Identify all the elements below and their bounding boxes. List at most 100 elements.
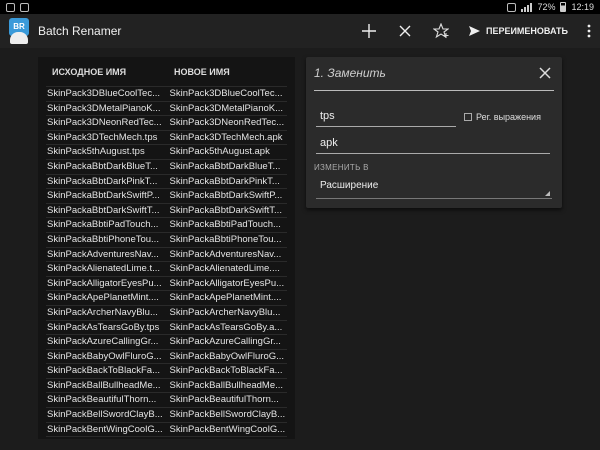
new-name-cell: SkinPackBellSwordClayB...	[169, 409, 286, 421]
source-name-cell: SkinPackaBbtDarkSwiftP...	[47, 190, 160, 202]
change-in-value: Расширение	[320, 180, 379, 191]
source-name-cell: SkinPackArcherNavyBlu...	[47, 306, 158, 318]
new-name-cell: SkinPackBackToBlackFa...	[169, 365, 283, 377]
table-row[interactable]: SkinPackAzureCallingGr... SkinPackAzureCa…	[46, 334, 287, 349]
sim-icon	[507, 2, 517, 12]
table-row[interactable]: SkinPackAlligatorEyesPu... SkinPackAlliga…	[46, 275, 287, 291]
new-name-cell: SkinPackBabyOwlFluroG...	[169, 350, 285, 362]
overflow-menu-button[interactable]	[578, 14, 600, 48]
close-icon	[399, 25, 411, 37]
status-bar: 72% 12:19	[0, 0, 600, 14]
table-row[interactable]: SkinPack3DMetalPianoK... SkinPack3DMetalP…	[46, 100, 287, 116]
source-name-cell: SkinPack5thAugust.tps	[47, 146, 145, 158]
source-name-cell: SkinPackBackToBlackFa...	[47, 365, 160, 377]
battery-percent: 72%	[537, 2, 556, 12]
app-logo[interactable]: BR	[6, 18, 32, 44]
new-name-cell: SkinPackBeautifulThorn...	[169, 394, 279, 406]
source-name-cell: SkinPackBellSwordClayB...	[47, 409, 163, 421]
table-row[interactable]: SkinPackaBbtDarkPinkT... SkinPackaBbtDark…	[46, 173, 287, 189]
source-name-cell: SkinPackAsTearsGoBy.tps	[47, 321, 160, 333]
table-row[interactable]: SkinPackAdventuresNav... SkinPackAdventur…	[46, 246, 287, 262]
table-row[interactable]: SkinPackBellSwordClayB... SkinPackBellSwo…	[46, 407, 287, 422]
source-name-cell: SkinPackaBbtDarkPinkT...	[47, 175, 158, 187]
table-row[interactable]: SkinPackaBbtDarkSwiftT... SkinPackaBbtDar…	[46, 202, 287, 218]
favorite-button[interactable]	[423, 14, 459, 48]
source-name-cell: SkinPack3DTechMech.tps	[47, 131, 158, 143]
table-row[interactable]: SkinPackBentWingCoolG... SkinPackBentWing…	[46, 421, 287, 437]
new-name-cell: SkinPackaBbtiPadTouch...	[169, 219, 281, 231]
wifi-icon	[521, 2, 533, 12]
source-name-cell: SkinPackAlienatedLime.t...	[47, 263, 161, 275]
app-title: Batch Renamer	[38, 24, 122, 38]
table-row[interactable]: SkinPackAsTearsGoBy.tps SkinPackAsTearsGo…	[46, 319, 287, 335]
new-name-cell: SkinPack5thAugust.apk	[169, 146, 270, 158]
source-name-cell: SkinPackAzureCallingGr...	[47, 336, 159, 348]
checkbox-box[interactable]	[464, 113, 472, 121]
new-name-cell: SkinPackaBbtDarkSwiftT...	[169, 204, 282, 216]
dropdown-corner-icon	[545, 191, 550, 196]
source-name-cell: SkinPackApePlanetMint....	[47, 292, 159, 304]
remove-rule-button[interactable]	[538, 66, 554, 82]
table-row[interactable]: SkinPackBackToBlackFa... SkinPackBackToBl…	[46, 363, 287, 378]
regex-checkbox[interactable]: Рег. выражения	[464, 112, 541, 122]
new-name-cell: SkinPackBentWingCoolG...	[169, 423, 286, 435]
source-name-cell: SkinPackBabyOwlFluroG...	[47, 350, 162, 362]
image-icon	[20, 2, 29, 12]
file-rows: SkinPack3DBlueCoolTec... SkinPack3DBlueCo…	[46, 86, 287, 439]
new-name-cell: SkinPackBallBullheadMe...	[169, 379, 284, 391]
new-name-cell: SkinPackAlienatedLime....	[169, 263, 280, 275]
new-name-cell: SkinPack3DNeonRedTec...	[169, 117, 285, 129]
file-list-panel[interactable]: ИСХОДНОЕ ИМЯ НОВОЕ ИМЯ SkinPack3DBlueCoo…	[38, 57, 295, 439]
new-name-cell: SkinPackAzureCallingGr...	[169, 336, 281, 348]
battery-icon	[560, 2, 567, 12]
add-button[interactable]	[351, 14, 387, 48]
source-name-cell: SkinPackBenzoBlue.tps	[46, 437, 165, 439]
change-in-select[interactable]: Расширение	[316, 177, 552, 199]
title-divider	[314, 90, 554, 91]
table-row[interactable]: SkinPack3DNeonRedTec... SkinPack3DNeonRed…	[46, 115, 287, 130]
source-name-cell: SkinPackaBbtiPadTouch...	[47, 219, 159, 231]
table-row[interactable]: SkinPackaBbtDarkBlueT... SkinPackaBbtDark…	[46, 158, 287, 174]
add-icon	[361, 24, 376, 38]
star-icon	[432, 23, 449, 39]
source-name-cell: SkinPackBeautifulThorn...	[47, 394, 157, 406]
column-header-source: ИСХОДНОЕ ИМЯ	[52, 67, 127, 77]
replace-input[interactable]: apk	[316, 134, 550, 154]
clear-button[interactable]	[387, 14, 423, 48]
screenshot-icon	[6, 2, 15, 12]
new-name-cell: SkinPackaBbtDarkBlueT...	[169, 160, 281, 172]
table-row[interactable]: SkinPackBenzoBlue.tps SkinPackBenzoBlue.a…	[46, 436, 287, 439]
change-in-label: ИЗМЕНИТЬ В	[314, 163, 369, 172]
clock: 12:19	[571, 2, 594, 12]
new-name-cell: SkinPack3DBlueCoolTec...	[169, 88, 283, 99]
table-row[interactable]: SkinPackaBbtiPadTouch... SkinPackaBbtiPad…	[46, 217, 287, 232]
table-row[interactable]: SkinPackAlienatedLime.t... SkinPackAliena…	[46, 261, 287, 276]
new-name-cell: SkinPackaBbtiPhoneTou...	[169, 233, 282, 245]
new-name-cell: SkinPackAsTearsGoBy.a...	[169, 321, 283, 333]
table-row[interactable]: SkinPackaBbtiPhoneTou... SkinPackaBbtiPho…	[46, 231, 287, 247]
regex-label: Рег. выражения	[476, 112, 541, 122]
rename-button[interactable]: ПЕРЕИМЕНОВАТЬ	[459, 14, 578, 48]
column-header-new: НОВОЕ ИМЯ	[174, 67, 230, 77]
source-name-cell: SkinPack3DNeonRedTec...	[47, 117, 162, 129]
table-row[interactable]: SkinPackBeautifulThorn... SkinPackBeautif…	[46, 392, 287, 407]
close-icon	[539, 67, 551, 79]
table-row[interactable]: SkinPackaBbtDarkSwiftP... SkinPackaBbtDar…	[46, 188, 287, 203]
table-row[interactable]: SkinPackBallBullheadMe... SkinPackBallBul…	[46, 377, 287, 393]
table-row[interactable]: SkinPack3DTechMech.tps SkinPack3DTechMech…	[46, 129, 287, 145]
table-row[interactable]: SkinPackApePlanetMint.... SkinPackApePlan…	[46, 290, 287, 305]
new-name-cell: SkinPackAlligatorEyesPu...	[169, 277, 285, 289]
source-name-cell: SkinPackAlligatorEyesPu...	[47, 277, 162, 289]
new-name-cell: SkinPack3DTechMech.apk	[169, 131, 283, 143]
table-row[interactable]: SkinPackBabyOwlFluroG... SkinPackBabyOwlF…	[46, 348, 287, 364]
action-bar: BR Batch Renamer ПЕРЕИМЕНОВАТЬ	[0, 14, 600, 48]
new-name-cell: SkinPackApePlanetMint....	[169, 292, 282, 304]
table-row[interactable]: SkinPack3DBlueCoolTec... SkinPack3DBlueCo…	[46, 86, 287, 101]
source-name-cell: SkinPackBallBullheadMe...	[47, 379, 161, 391]
new-name-cell: SkinPackArcherNavyBlu...	[169, 306, 281, 318]
table-row[interactable]: SkinPack5thAugust.tps SkinPack5thAugust.a…	[46, 144, 287, 159]
table-row[interactable]: SkinPackArcherNavyBlu... SkinPackArcherNa…	[46, 304, 287, 320]
send-icon	[468, 26, 480, 36]
find-input[interactable]: tps	[316, 107, 456, 127]
source-name-cell: SkinPackaBbtiPhoneTou...	[47, 233, 159, 245]
